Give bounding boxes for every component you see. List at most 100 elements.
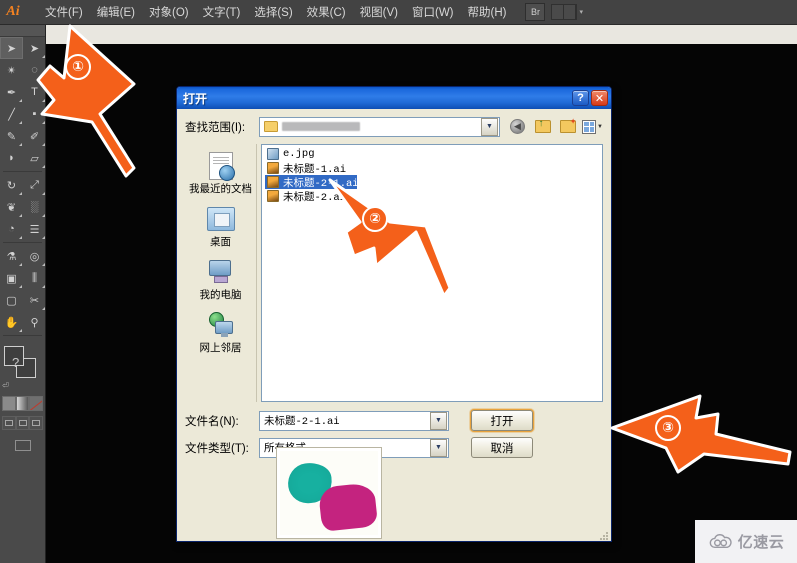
lasso-tool[interactable]: ◌ [23,59,46,81]
symbol-sprayer-tool[interactable]: ▣ [0,267,23,289]
file-name-input[interactable]: 未标题-2-1.ai ▼ [259,410,449,431]
menu-file[interactable]: 文件(F) [38,0,90,25]
annotation-badge-3: ③ [655,415,681,441]
look-in-path-text [282,122,360,131]
menu-object[interactable]: 对象(O) [142,0,196,25]
fill-swatch[interactable]: ? [4,346,24,370]
help-button[interactable]: ? [572,90,589,106]
list-item[interactable]: e.jpg [265,147,357,161]
gradient-swatch[interactable] [15,396,30,411]
file-list[interactable]: e.jpg 未标题-1.ai 未标题-2-1.ai 未标题-2.ai [261,144,603,402]
rotate-tool[interactable]: ↻ [0,174,23,196]
place-label: 我的电脑 [199,289,242,301]
type-tool[interactable]: T [23,81,46,103]
resize-grip-icon[interactable] [597,529,609,541]
color-swatch[interactable] [2,396,16,411]
menu-effect[interactable]: 效果(C) [300,0,353,25]
look-in-value [260,121,480,132]
menu-help[interactable]: 帮助(H) [461,0,514,25]
place-network[interactable]: 网上邻居 [186,309,256,354]
file-name: 未标题-2-1.ai [283,177,359,190]
file-name: e.jpg [283,148,315,160]
create-new-folder-button[interactable] [557,117,578,137]
chevron-down-icon[interactable]: ▾ [579,8,583,16]
cancel-button[interactable]: 取消 [471,437,533,458]
bridge-button[interactable]: Br [525,3,546,21]
blob-brush-tool[interactable]: ◗ [0,147,23,169]
place-label: 桌面 [210,236,231,248]
eraser-tool[interactable]: ▱ [23,147,46,169]
chevron-down-icon[interactable]: ▼ [430,411,447,430]
pencil-tool[interactable]: ✐ [23,125,46,147]
ai-file-icon [267,176,279,188]
desktop-icon [186,203,256,235]
artboard-tool[interactable]: ▢ [0,289,23,311]
up-one-level-button[interactable] [532,117,553,137]
menu-type[interactable]: 文字(T) [196,0,248,25]
magic-wand-tool[interactable]: ✴ [0,59,23,81]
place-desktop[interactable]: 桌面 [186,203,256,248]
dialog-title-bar[interactable]: 打开 ? ✕ [177,87,611,109]
line-segment-tool[interactable]: ╱ [0,103,23,125]
slice-tool[interactable]: ✂ [23,289,46,311]
dialog-title: 打开 [183,91,208,106]
warp-tool[interactable]: ❦ [0,196,23,218]
arrange-icon-b [564,5,577,19]
list-item[interactable]: 未标题-2.ai [265,189,357,204]
fill-stroke-controls[interactable]: ? ⏎ [0,340,45,392]
free-transform-tool[interactable]: ░ [23,196,46,218]
graph-tool[interactable]: ☰ [23,218,46,240]
place-recent-documents[interactable]: 我最近的文档 [186,150,256,195]
full-screen-menubar-mode-button[interactable] [15,416,30,430]
chevron-down-icon[interactable]: ▼ [430,438,447,457]
direct-selection-tool[interactable]: ➤ [23,37,46,59]
arrange-documents-button[interactable] [551,4,578,20]
dialog-bottom-fields: 文件名(N): 未标题-2-1.ai ▼ 打开 文件类型(T): 所有格式 ▼ … [185,410,603,458]
menu-select[interactable]: 选择(S) [247,0,299,25]
chevron-down-icon[interactable]: ▼ [481,117,498,136]
pen-tool[interactable]: ✒ [0,81,23,103]
column-graph-tool[interactable]: ⫼ [23,267,46,289]
preview-canvas [280,451,378,535]
list-item-selected[interactable]: 未标题-2-1.ai [265,175,359,190]
paintbrush-tool[interactable]: ✎ [0,125,23,147]
hand-tool[interactable]: ✋ [0,311,23,333]
dialog-nav-toolbar: ◀ ▼ [507,117,603,137]
normal-screen-mode-button[interactable] [2,416,16,430]
views-button[interactable]: ▼ [582,117,603,137]
menu-edit[interactable]: 编辑(E) [90,0,142,25]
selection-tool[interactable]: ➤ [0,37,23,59]
look-in-combo[interactable]: ▼ [259,116,500,137]
file-name-value: 未标题-2-1.ai [264,416,340,428]
none-swatch[interactable] [29,396,44,411]
app-logo: Ai [6,4,20,19]
full-screen-mode-button[interactable] [29,416,44,430]
preview-shape-magenta [317,482,378,532]
eyedropper-tool[interactable]: ⚗ [0,245,23,267]
dialog-main-row: 我最近的文档 桌面 我的电脑 网上邻居 e.jpg 未标题-1.ai 未标题-2… [185,144,603,402]
control-strip-panel [46,25,797,44]
scale-tool[interactable]: ⤢ [23,174,46,196]
chevron-down-icon[interactable]: ▼ [597,124,603,130]
file-name-label: 文件名(N): [185,415,239,428]
menu-view[interactable]: 视图(V) [353,0,405,25]
illustrator-window: Ai 文件(F) 编辑(E) 对象(O) 文字(T) 选择(S) 效果(C) 视… [0,0,797,563]
open-button[interactable]: 打开 [471,410,533,431]
back-icon: ◀ [510,119,525,134]
bridge-icon: Br [530,7,540,17]
tools-panel-header[interactable] [0,25,45,37]
zoom-tool[interactable]: ⚲ [23,311,46,333]
list-item[interactable]: 未标题-1.ai [265,161,357,176]
screen-mode-buttons [2,416,44,430]
back-button[interactable]: ◀ [507,117,528,137]
file-name-row: 文件名(N): 未标题-2-1.ai ▼ 打开 [185,410,603,431]
default-fill-stroke-icon[interactable]: ⏎ [2,381,9,390]
place-my-computer[interactable]: 我的电脑 [186,256,256,301]
change-screen-mode-button[interactable] [0,440,45,451]
blend-tool[interactable]: ◎ [23,245,46,267]
rectangle-tool[interactable]: ▪ [23,103,46,125]
shape-builder-tool[interactable]: ◔ [0,218,23,240]
new-folder-icon [559,117,577,133]
menu-window[interactable]: 窗口(W) [405,0,461,25]
close-icon[interactable]: ✕ [591,90,608,106]
